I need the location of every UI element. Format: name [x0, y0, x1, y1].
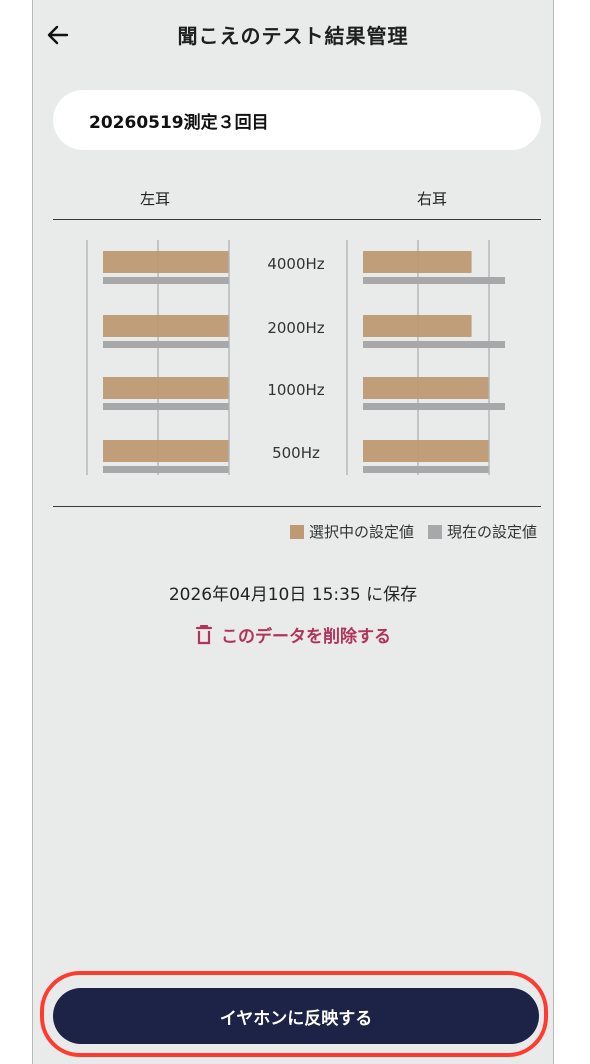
bar-right-selected-4000Hz: [363, 251, 472, 273]
apply-button-label: イヤホンに反映する: [219, 1008, 373, 1029]
saved-timestamp: 2026年04月10日 15:35 に保存: [168, 585, 418, 605]
right-ear-label: 右耳: [417, 190, 448, 208]
legend-current-label: 現在の設定値: [446, 523, 537, 541]
frequency-label-500Hz: 500Hz: [272, 444, 320, 462]
chart-top-divider: [53, 219, 541, 220]
frequency-label-2000Hz: 2000Hz: [267, 319, 324, 337]
header: 聞こえのテスト結果管理: [33, 0, 553, 70]
bar-left-current-500Hz: [103, 466, 229, 473]
bar-right-current-2000Hz: [363, 341, 505, 348]
legend-current-swatch: [427, 524, 442, 539]
bar-right-selected-500Hz: [363, 440, 489, 462]
left-ear-label: 左耳: [140, 190, 171, 208]
chart-bottom-divider: [53, 506, 541, 507]
apply-to-earphones-button[interactable]: イヤホンに反映する: [53, 988, 539, 1044]
legend-selected-swatch: [289, 524, 304, 539]
bar-right-selected-2000Hz: [363, 315, 472, 337]
bar-right-current-4000Hz: [363, 277, 505, 284]
bar-left-selected-4000Hz: [103, 251, 229, 273]
bar-left-current-4000Hz: [103, 277, 229, 284]
delete-data-link[interactable]: このデータを削除する: [33, 622, 553, 647]
legend-selected-label: 選択中の設定値: [308, 523, 414, 541]
bar-left-selected-500Hz: [103, 440, 229, 462]
bar-left-selected-1000Hz: [103, 377, 229, 399]
bar-left-current-2000Hz: [103, 341, 229, 348]
bar-left-selected-2000Hz: [103, 315, 229, 337]
bar-left-current-1000Hz: [103, 403, 229, 410]
page-title: 聞こえのテスト結果管理: [177, 24, 409, 48]
hearing-chart: 4000Hz 2000Hz 1000Hz 500Hz: [86, 240, 505, 475]
trash-icon: [195, 624, 213, 645]
chart-legend: 選択中の設定値 現在の設定値: [289, 521, 537, 542]
record-label: 20260519測定３回目: [89, 112, 269, 133]
frequency-label-1000Hz: 1000Hz: [267, 381, 324, 399]
record-selector[interactable]: 20260519測定３回目: [53, 90, 541, 150]
app-screen: 聞こえのテスト結果管理 20260519測定３回目 左耳 右耳 4000Hz 20…: [32, 0, 554, 1064]
bar-right-selected-1000Hz: [363, 377, 489, 399]
legend-selected: 選択中の設定値: [289, 521, 414, 542]
bar-right-current-1000Hz: [363, 403, 505, 410]
frequency-label-4000Hz: 4000Hz: [267, 255, 324, 273]
bar-right-current-500Hz: [363, 466, 489, 473]
delete-data-label: このデータを削除する: [221, 627, 391, 647]
legend-current: 現在の設定値: [427, 521, 537, 542]
